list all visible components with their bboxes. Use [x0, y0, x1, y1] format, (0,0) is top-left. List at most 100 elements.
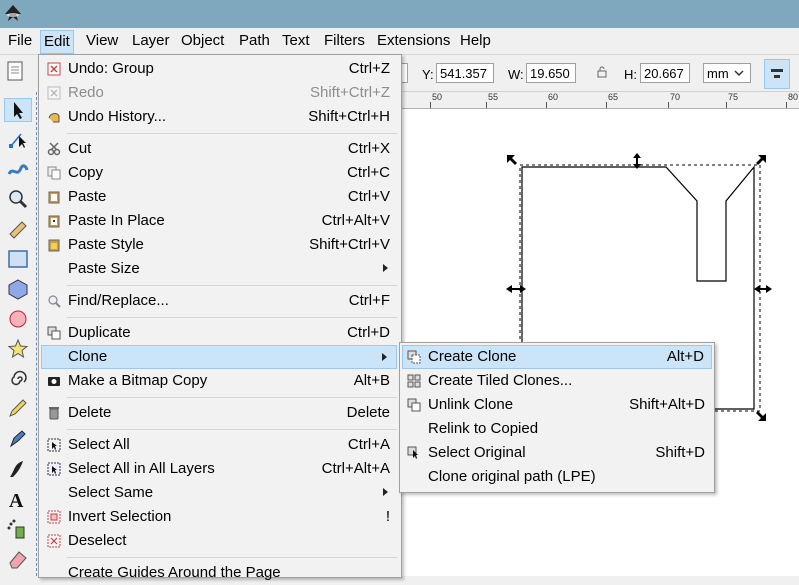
menu-item-shortcut: Shift+Ctrl+H — [308, 108, 390, 125]
menu-item-label: Delete — [68, 404, 112, 421]
menu-item-shortcut: Shift+D — [655, 444, 705, 461]
copy-icon — [47, 166, 61, 180]
menu-item-label: Make a Bitmap Copy — [68, 372, 208, 389]
menu-item-unlink-clone[interactable]: Unlink Clone Shift+Alt+D — [402, 393, 712, 417]
menu-item-shortcut: Ctrl+X — [347, 140, 390, 157]
bitmap-copy-icon — [48, 377, 60, 386]
menu-item-select-same[interactable]: Select Same — [41, 481, 397, 505]
menu-object[interactable]: Object — [178, 32, 227, 52]
clone-submenu: Create Clone Alt+D Create Tiled Clones..… — [399, 342, 715, 493]
y-label: Y: — [422, 67, 434, 82]
menu-item-cut[interactable]: Cut Ctrl+X — [41, 137, 397, 161]
menu-item-bitmap-copy[interactable]: Make a Bitmap Copy Alt+B — [41, 369, 397, 393]
menu-item-create-guides[interactable]: Create Guides Around the Page — [41, 561, 397, 585]
ruler-tick: 70 — [670, 92, 681, 102]
h-field[interactable]: 20.667 — [640, 63, 690, 83]
unlink-clone-icon — [407, 398, 421, 412]
menu-separator — [67, 317, 397, 318]
ruler-tick: 50 — [432, 92, 443, 102]
transform-icon — [771, 69, 783, 78]
menu-item-label: Cut — [68, 140, 92, 157]
pencil-tool-icon[interactable] — [5, 398, 31, 420]
measure-tool-icon[interactable] — [5, 218, 31, 240]
pen-tool-icon[interactable] — [5, 428, 31, 450]
ellipse-tool-icon[interactable] — [5, 308, 31, 330]
invert-selection-icon — [47, 510, 61, 524]
svg-text:A: A — [9, 490, 24, 510]
menu-file[interactable]: File — [5, 32, 35, 52]
document-icon[interactable] — [6, 60, 24, 82]
menu-item-label: Clone original path (LPE) — [428, 468, 596, 485]
select-all-layers-icon — [47, 462, 61, 476]
menu-text[interactable]: Text — [279, 32, 313, 52]
eraser-tool-icon[interactable] — [5, 548, 31, 570]
menu-item-paste[interactable]: Paste Ctrl+V — [41, 185, 397, 209]
menu-item-label: Select All — [68, 436, 130, 453]
transform-toggle-button[interactable] — [764, 59, 790, 89]
menu-item-paste-in-place[interactable]: Paste In Place Ctrl+Alt+V — [41, 209, 397, 233]
lock-icon[interactable] — [596, 66, 608, 78]
paste-style-icon — [48, 239, 60, 252]
menu-item-tiled-clones[interactable]: Create Tiled Clones... — [402, 369, 712, 393]
text-tool-icon[interactable]: A — [5, 488, 31, 510]
menu-item-find-replace[interactable]: Find/Replace... Ctrl+F — [41, 289, 397, 313]
menu-view[interactable]: View — [83, 32, 121, 52]
menu-item-label: Undo: Group — [68, 60, 154, 77]
spiral-tool-icon[interactable] — [5, 368, 31, 390]
menu-item-create-clone[interactable]: Create Clone Alt+D — [402, 345, 712, 369]
menu-item-shortcut: Shift+Alt+D — [629, 396, 705, 413]
menu-item-label: Paste In Place — [68, 212, 165, 229]
star-tool-icon[interactable] — [5, 338, 31, 360]
find-icon — [48, 295, 61, 308]
menu-item-invert-selection[interactable]: Invert Selection ! — [41, 505, 397, 529]
menu-item-select-original[interactable]: Select Original Shift+D — [402, 441, 712, 465]
menu-item-deselect[interactable]: Deselect — [41, 529, 397, 553]
undo-history-icon — [48, 113, 60, 123]
menu-item-clone-original-path[interactable]: Clone original path (LPE) — [402, 465, 712, 489]
calligraphy-tool-icon[interactable] — [5, 458, 31, 480]
menu-item-label: Create Clone — [428, 348, 517, 365]
menu-item-shortcut: Delete — [346, 404, 390, 421]
edit-menu: Undo: Group Ctrl+Z Redo Shift+Ctrl+Z Und… — [38, 54, 402, 581]
menu-item-duplicate[interactable]: Duplicate Ctrl+D — [41, 321, 397, 345]
menu-item-label: Duplicate — [68, 324, 131, 341]
menu-item-undo-history[interactable]: Undo History... Shift+Ctrl+H — [41, 105, 397, 129]
menu-item-label: Copy — [68, 164, 104, 181]
menu-item-select-all-layers[interactable]: Select All in All Layers Ctrl+Alt+A — [41, 457, 397, 481]
menu-extensions[interactable]: Extensions — [374, 32, 453, 52]
menu-item-relink-to-copied[interactable]: Relink to Copied — [402, 417, 712, 441]
menu-item-paste-style[interactable]: Paste Style Shift+Ctrl+V — [41, 233, 397, 257]
y-field[interactable]: 541.357 — [436, 63, 494, 83]
menu-help[interactable]: Help — [457, 32, 494, 52]
node-tool-icon[interactable] — [5, 128, 31, 150]
ruler-tick: 60 — [548, 92, 559, 102]
submenu-arrow-icon — [383, 264, 388, 272]
menu-item-select-all[interactable]: Select All Ctrl+A — [41, 433, 397, 457]
menu-item-label: Select All in All Layers — [68, 460, 215, 477]
menu-filters[interactable]: Filters — [321, 32, 368, 52]
menu-item-clone[interactable]: Clone — [41, 345, 397, 369]
menu-item-paste-size[interactable]: Paste Size — [41, 257, 397, 281]
tweak-tool-icon[interactable] — [5, 158, 31, 180]
menu-layer[interactable]: Layer — [129, 32, 173, 52]
menu-item-shortcut: Ctrl+Z — [348, 60, 390, 77]
menu-edit[interactable]: Edit — [40, 30, 74, 54]
menu-item-delete[interactable]: Delete Delete — [41, 401, 397, 425]
spray-tool-icon[interactable] — [5, 518, 31, 540]
menu-item-undo[interactable]: Undo: Group Ctrl+Z — [41, 57, 397, 81]
inkscape-logo-icon — [5, 5, 21, 21]
zoom-tool-icon[interactable] — [5, 188, 31, 210]
menu-item-shortcut: Ctrl+Alt+V — [321, 212, 390, 229]
undo-icon — [47, 62, 61, 76]
rectangle-tool-icon[interactable] — [5, 248, 31, 270]
menu-item-label: Clone — [68, 348, 108, 365]
menu-path[interactable]: Path — [236, 32, 273, 52]
3d-box-tool-icon[interactable] — [5, 278, 31, 300]
menu-item-shortcut: Ctrl+F — [348, 292, 390, 309]
menu-item-label: Redo — [68, 84, 104, 101]
menu-item-redo[interactable]: Redo Shift+Ctrl+Z — [41, 81, 397, 105]
select-tool-icon[interactable] — [4, 98, 32, 122]
chevron-down-icon — [734, 70, 744, 77]
menu-item-copy[interactable]: Copy Ctrl+C — [41, 161, 397, 185]
w-field[interactable]: 19.650 — [526, 63, 576, 83]
